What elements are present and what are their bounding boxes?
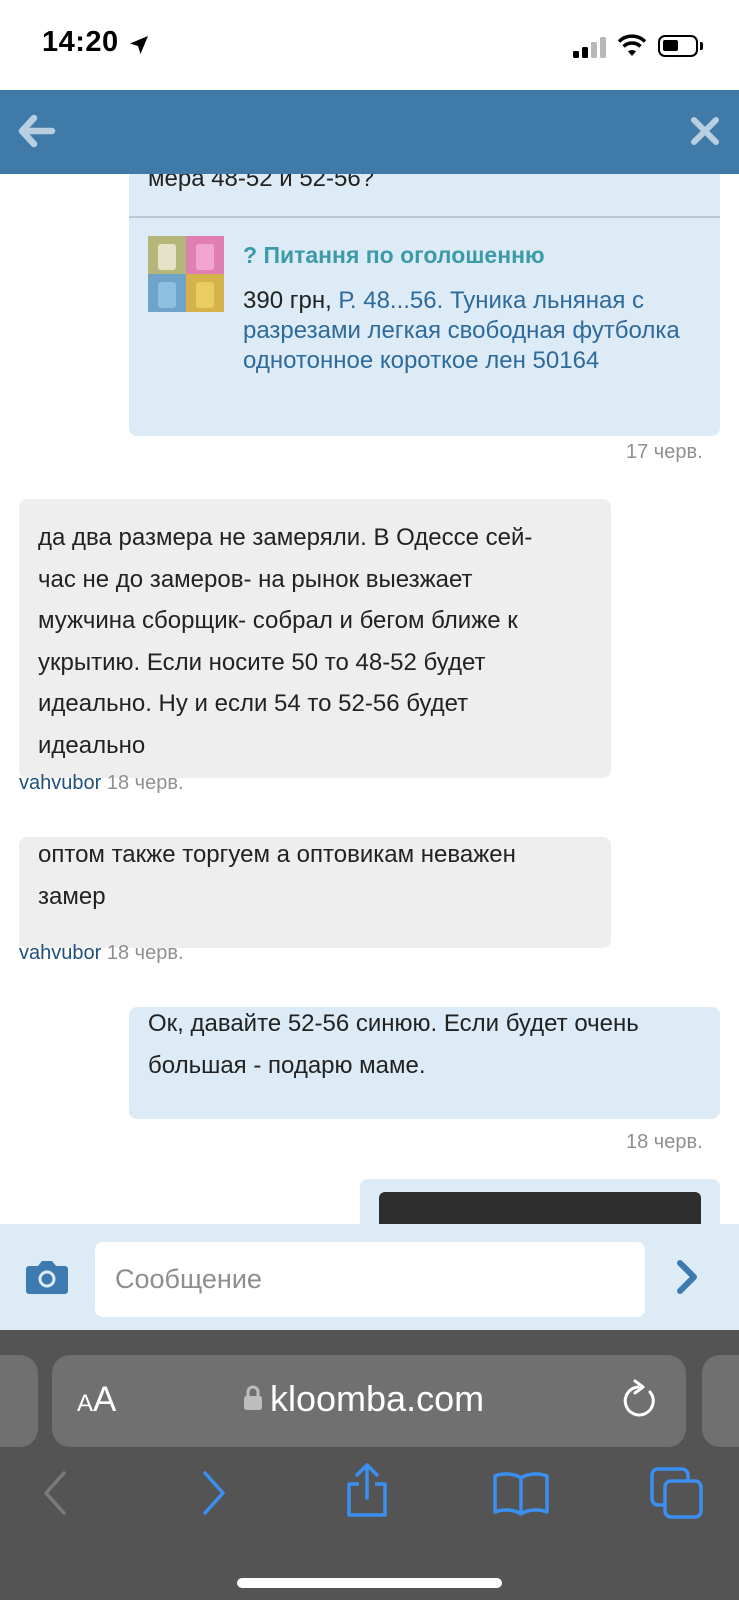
ad-thumbnail[interactable] [148,236,224,312]
ad-question-heading: ? Питання по оголошенню [243,242,545,268]
location-arrow-icon [130,36,148,54]
message-text: мера 48-52 и 52-56? [148,174,375,192]
home-indicator [237,1578,502,1588]
battery-cap [700,42,703,50]
message-meta: vahvubor 18 черв. [19,772,184,795]
message-text: оптом также торгуем а оптовикам неважен … [38,841,516,910]
message-date: 17 черв. [626,441,703,463]
message-date: 18 черв. [106,772,184,794]
message-image[interactable] [379,1192,701,1224]
message-divider [129,216,720,218]
app-header [0,90,739,174]
chat-history[interactable]: мера 48-52 и 52-56? ? Питання по оголоше… [0,174,739,1224]
message-text: да два размера не замеряли. В Одессе сей… [38,524,533,759]
cellular-signal-icon [573,36,607,58]
battery-icon [658,35,698,57]
message-meta: vahvubor 18 черв. [19,942,184,965]
url-text[interactable]: kloomba.com [270,1378,484,1420]
camera-icon[interactable] [25,1258,69,1296]
bookmarks-icon[interactable] [492,1470,550,1516]
previous-tab-pill[interactable] [0,1355,38,1447]
share-icon[interactable] [343,1462,391,1518]
arrow-left-icon[interactable] [14,108,60,154]
close-icon[interactable] [684,110,726,152]
next-tab-pill[interactable] [702,1355,739,1447]
lock-icon [244,1385,262,1410]
wifi-icon [617,34,647,56]
message-author[interactable]: vahvubor [19,772,101,794]
back-arrow-icon[interactable] [40,1470,70,1516]
message-input[interactable] [95,1242,645,1317]
text-size-button[interactable]: AA [77,1380,116,1420]
reload-icon[interactable] [620,1378,660,1422]
message-date: 18 черв. [106,942,184,964]
message-date: 18 черв. [626,1131,703,1153]
tabs-icon[interactable] [649,1466,705,1520]
message-author[interactable]: vahvubor [19,942,101,964]
ad-description: 390 грн, Р. 48...56. Туника льняная с ра… [243,286,703,376]
forward-arrow-icon[interactable] [199,1470,229,1516]
status-time: 14:20 [42,26,119,58]
ad-price: 390 грн, [243,287,339,314]
send-arrow-icon[interactable] [672,1258,702,1296]
message-text: Ок, давайте 52-56 синюю. Если будет очен… [148,1010,639,1079]
